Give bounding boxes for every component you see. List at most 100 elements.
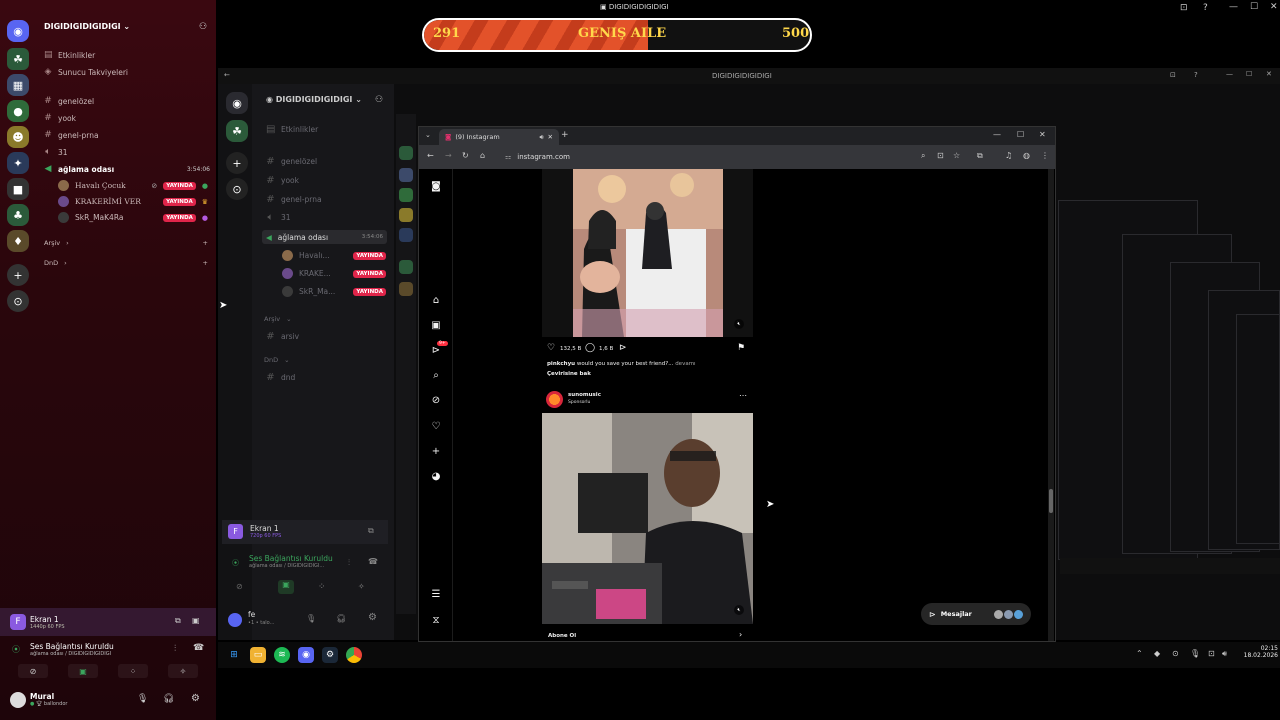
popout-icon[interactable]: ⧉ [175, 616, 181, 626]
tray-app-icon[interactable]: ⊙ [1172, 649, 1179, 658]
boosts-item[interactable]: ◈ Sunucu Takviyeleri [44, 67, 128, 77]
inbox-icon[interactable]: ⊡ [1180, 3, 1188, 13]
mute-icon[interactable]: 🔇︎ [734, 605, 744, 615]
voice-user[interactable]: Havalı Çocuk ⊘ YAYINDA ● [58, 180, 208, 191]
volume-icon[interactable]: 🔊︎ [1222, 649, 1227, 659]
more-menu-icon[interactable]: ☰ [429, 587, 443, 601]
translate-link[interactable]: Çevirisine bak [547, 371, 591, 377]
headphones-icon[interactable]: 🎧︎ [163, 694, 174, 704]
more-link[interactable]: devamı [675, 361, 695, 367]
add-server-icon[interactable]: + [7, 264, 29, 286]
tab-close-icon[interactable]: ✕ [548, 133, 553, 141]
user-avatar[interactable] [10, 692, 26, 708]
media-icon[interactable]: ♫ [1005, 151, 1012, 160]
mute-icon[interactable]: 🔇︎ [734, 319, 744, 329]
explore-icon[interactable]: ⊘ [429, 393, 443, 407]
voice-user[interactable]: KRAKERİMİ VER YAYINDA ♛ [58, 196, 208, 207]
address-bar[interactable]: ⚏ instagram.com [505, 149, 905, 165]
tray-chevron-icon[interactable]: ⌃ [1136, 649, 1143, 658]
messages-button[interactable]: ⊳ Mesajlar [921, 603, 1031, 625]
explore-icon[interactable]: ⊙ [7, 290, 29, 312]
comment-icon[interactable]: ◯ [585, 343, 595, 353]
reload-button[interactable]: ↻ [462, 151, 469, 160]
profile-icon[interactable]: ◍ [1023, 151, 1030, 160]
new-tab-button[interactable]: + [561, 130, 569, 140]
voice-status-title[interactable]: Ses Bağlantısı Kuruldu [30, 642, 114, 651]
channel-genelozel[interactable]: # genelözel [44, 96, 94, 106]
create-icon[interactable]: + [429, 444, 443, 458]
server-icon[interactable]: ✦ [7, 152, 29, 174]
windows-start-icon[interactable]: ⊞ [226, 647, 242, 663]
forward-button[interactable]: → [445, 151, 452, 160]
instagram-logo-icon[interactable]: ◙ [429, 179, 443, 193]
save-icon[interactable]: ⚑ [737, 343, 745, 353]
scrollbar-thumb[interactable] [1049, 489, 1053, 513]
share-icon[interactable]: ⊳ [619, 343, 627, 353]
chevron-right-icon[interactable]: › [739, 630, 742, 639]
screen-share-button[interactable]: ▣ [68, 664, 98, 678]
server-icon[interactable]: ♣ [7, 204, 29, 226]
reels-icon[interactable]: ▣ [429, 318, 443, 332]
channel-31[interactable]: 🔈︎ 31 [44, 147, 67, 157]
extensions-icon[interactable]: ⧉ [977, 151, 983, 161]
server-icon[interactable]: ☻ [7, 126, 29, 148]
tab-search-icon[interactable]: ⌄ [425, 131, 431, 139]
category-arsiv[interactable]: Arşiv › + [44, 239, 208, 247]
channel-genel-prna[interactable]: # genel-prna [44, 130, 98, 140]
server-icon[interactable]: ♦ [7, 230, 29, 252]
close-button[interactable]: ✕ [1039, 130, 1046, 139]
clock[interactable]: 02:15 18.02.2026 [1242, 645, 1278, 659]
minimize-button[interactable]: — [1229, 2, 1238, 12]
minimize-button[interactable]: — [993, 130, 1001, 139]
home-icon[interactable]: ⌂ [429, 293, 443, 307]
heart-icon[interactable]: ♡ [429, 419, 443, 433]
server-icon-active[interactable]: ☘ [7, 48, 29, 70]
soundboard-button[interactable]: ✧ [168, 664, 198, 678]
bookmark-star-icon[interactable]: ☆ [953, 151, 960, 160]
post2-username[interactable]: sunomusic [568, 392, 601, 398]
tab-instagram[interactable]: ◙ (9) Instagram 🔊︎ ✕ [439, 129, 559, 145]
maximize-button[interactable]: ☐ [1250, 2, 1258, 12]
server-name[interactable]: DIGIDIGIDIGIDIGI ⌄ [44, 22, 130, 31]
zoom-icon[interactable]: ⌕ [921, 151, 925, 161]
back-button[interactable]: ← [427, 151, 434, 160]
sunomusic-avatar[interactable] [546, 391, 563, 408]
voice-channel-agla[interactable]: ◀ ağlama odası 3:54:06 [44, 164, 210, 174]
mic-icon[interactable]: 🎙︎ [137, 694, 148, 704]
search-icon[interactable]: ⌕ [429, 368, 443, 382]
close-button[interactable]: ✕ [1270, 2, 1278, 12]
speaker-icon[interactable]: 🔊︎ [539, 133, 543, 142]
disconnect-icon[interactable]: ☎ [193, 643, 204, 653]
camera-off-button[interactable]: ⊘ [18, 664, 48, 678]
like-icon[interactable]: ♡ [547, 343, 555, 353]
server-icon[interactable]: ▦ [7, 74, 29, 96]
tray-app-icon[interactable]: ◆ [1154, 649, 1160, 658]
discord-icon[interactable]: ◉ [298, 647, 314, 663]
activities-button[interactable]: ⁘ [118, 664, 148, 678]
add-member-icon[interactable]: ⚇ [199, 22, 207, 32]
category-dnd[interactable]: DnD › + [44, 259, 208, 267]
spotify-icon[interactable]: ≋ [274, 647, 290, 663]
scrollbar[interactable] [1048, 169, 1054, 641]
home-button[interactable]: ⌂ [480, 151, 485, 160]
threads-icon[interactable]: ⧖ [429, 613, 443, 627]
post2-media[interactable]: 🔇︎ [542, 413, 753, 624]
cast-icon[interactable]: ⊡ [937, 151, 944, 160]
network-icon[interactable]: ⊡ [1208, 649, 1215, 658]
server-icon[interactable]: ● [7, 100, 29, 122]
post1-media[interactable]: 🔇︎ [542, 169, 753, 337]
add-channel-icon[interactable]: + [203, 259, 208, 267]
events-item[interactable]: ▤ Etkinlikler [44, 50, 95, 60]
help-icon[interactable]: ? [1203, 3, 1208, 13]
file-explorer-icon[interactable]: ▭ [250, 647, 266, 663]
discord-home-icon[interactable]: ◉ [7, 20, 29, 42]
stop-stream-icon[interactable]: ▣ [192, 616, 200, 625]
maximize-button[interactable]: ☐ [1017, 130, 1024, 139]
subscribe-cta[interactable]: Abone Ol [548, 633, 576, 639]
settings-icon[interactable]: ⚙ [191, 693, 200, 704]
noise-icon[interactable]: ⫶ [174, 644, 176, 654]
site-info-icon[interactable]: ⚏ [505, 153, 511, 161]
chrome-icon[interactable] [346, 647, 362, 663]
channel-yook[interactable]: # yook [44, 113, 76, 123]
add-channel-icon[interactable]: + [203, 239, 208, 247]
